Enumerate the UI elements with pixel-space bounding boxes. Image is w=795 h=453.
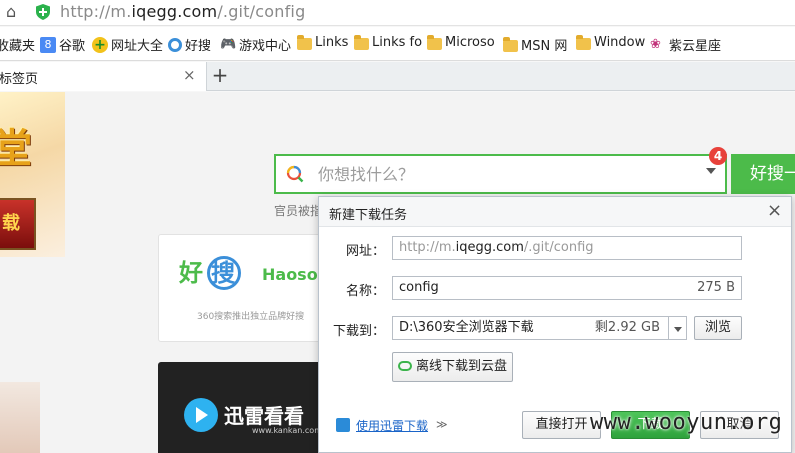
bookmark-msn[interactable]: MSN 网	[503, 35, 567, 54]
xunlei-icon	[336, 418, 350, 432]
haosou-search-icon	[286, 165, 304, 183]
gamepad-icon: 🎮	[220, 36, 237, 52]
google-icon: 8	[40, 36, 56, 53]
kankan-url: www.kankan.com	[252, 426, 322, 435]
tab-new-tab[interactable]: 新标签页 ×	[0, 62, 207, 91]
name-value: config	[399, 280, 439, 295]
folder-icon	[503, 36, 518, 52]
haosou-char-1: 好	[179, 259, 205, 287]
search-box	[274, 154, 727, 194]
save-path-value: D:\360安全浏览器下载	[399, 320, 534, 335]
name-label: 名称：	[345, 284, 385, 299]
expand-chevron-icon[interactable]: ≫	[436, 418, 448, 431]
url-field-host: iqegg.com	[455, 240, 524, 255]
save-path-field[interactable]: D:\360安全浏览器下载 剩2.92 GB	[392, 316, 669, 340]
xunlei-download-link[interactable]: 使用迅雷下载	[356, 417, 428, 434]
bookmark-label: 好搜	[185, 39, 212, 54]
bookmark-label: Links fo	[372, 35, 423, 50]
haosou-card[interactable]: 好搜 Haosou 360搜索推出独立品牌好搜	[158, 234, 338, 342]
nav-plus-icon: +	[92, 36, 108, 53]
file-size: 275 B	[697, 280, 735, 295]
bookmark-label: 收藏夹	[0, 39, 36, 54]
tab-strip: 新标签页 × +	[0, 62, 795, 91]
folder-icon	[427, 34, 442, 50]
new-tab-button[interactable]: +	[208, 62, 232, 91]
bookmark-label: MSN 网	[521, 39, 568, 54]
url-field[interactable]: http://m.iqegg.com/.git/config	[392, 236, 742, 260]
haosou-icon	[168, 37, 182, 52]
search-button[interactable]: 好搜一	[731, 154, 795, 194]
kankan-name: 迅雷看看	[224, 404, 304, 428]
bookmark-microsoft[interactable]: Microso	[427, 34, 495, 50]
watermark: www.wooyun.org	[590, 410, 783, 435]
kankan-card[interactable]: 迅雷看看 www.kankan.com	[158, 362, 338, 453]
tab-title: 新标签页	[0, 72, 39, 87]
url-host: iqegg.com	[131, 2, 218, 21]
bookmark-favorites[interactable]: 收藏夹	[0, 35, 35, 54]
bookmark-label: Window	[594, 35, 646, 50]
url-label: 网址：	[345, 244, 385, 259]
folder-icon	[576, 34, 591, 50]
bookmark-nav[interactable]: + 网址大全	[92, 35, 163, 54]
url-text[interactable]: http://m.iqegg.com/.git/config	[60, 2, 305, 21]
bookmark-label: 游戏中心	[239, 39, 292, 54]
bookmark-windows[interactable]: Window	[576, 34, 646, 50]
url-path: /.git/config	[217, 2, 306, 21]
bookmark-zodiac[interactable]: ❀ 紫云星座	[650, 35, 722, 55]
game-banner[interactable]: 堂 载	[0, 92, 65, 257]
bookmark-label: 谷歌	[59, 39, 86, 54]
bookmark-links[interactable]: Links	[297, 34, 349, 50]
folder-icon	[297, 34, 312, 50]
bookmark-label: Links	[315, 35, 349, 50]
save-path-dropdown-icon[interactable]	[669, 316, 687, 340]
name-field[interactable]: config 275 B	[392, 276, 742, 300]
url-field-scheme: http://m.	[399, 240, 456, 255]
dialog-header: 新建下载任务 ×	[319, 197, 791, 227]
address-bar: ⌂ http://m.iqegg.com/.git/config	[0, 0, 795, 26]
cloud-download-button[interactable]: 离线下载到云盘	[392, 352, 513, 382]
cloud-download-label: 离线下载到云盘	[415, 359, 507, 374]
url-scheme: http://m.	[60, 2, 132, 21]
url-field-path: /.git/config	[523, 240, 594, 255]
notification-badge: 4	[709, 147, 727, 165]
free-space: 剩2.92 GB	[594, 320, 660, 335]
bookmark-label: 网址大全	[111, 39, 164, 54]
search-input[interactable]	[318, 162, 678, 186]
secure-shield-icon	[36, 4, 50, 20]
haosou-tagline: 360搜索推出独立品牌好搜	[197, 312, 305, 322]
haosou-logo: 好搜	[179, 253, 243, 290]
zodiac-icon: ❀	[650, 36, 661, 52]
bookmark-haosou[interactable]: 好搜	[168, 35, 211, 54]
trending-link[interactable]: 官员被指	[274, 202, 322, 219]
tab-close-icon[interactable]: ×	[183, 66, 196, 84]
save-path-label: 下载到：	[332, 324, 385, 339]
folder-icon	[354, 34, 369, 50]
home-icon[interactable]: ⌂	[6, 3, 24, 21]
bookmark-label: Microso	[445, 35, 495, 50]
cloud-icon	[397, 361, 412, 371]
game-title: 堂	[0, 126, 32, 172]
bookmarks-bar: 收藏夹 8 谷歌 + 网址大全 好搜 🎮 游戏中心 Links Links fo…	[0, 27, 795, 61]
bookmark-games[interactable]: 🎮 游戏中心	[220, 35, 292, 55]
browse-button[interactable]: 浏览	[694, 316, 742, 340]
bookmark-google[interactable]: 8 谷歌	[40, 35, 85, 54]
search-dropdown-icon[interactable]	[706, 168, 716, 174]
haosou-char-2: 搜	[207, 256, 241, 290]
bookmark-links-fo[interactable]: Links fo	[354, 34, 423, 50]
dialog-close-icon[interactable]: ×	[767, 200, 782, 221]
left-bottom-banner	[0, 382, 40, 453]
game-download-button[interactable]: 载	[0, 198, 36, 250]
bookmark-label: 紫云星座	[669, 39, 722, 54]
kankan-play-icon	[184, 398, 218, 432]
dialog-title: 新建下载任务	[329, 208, 408, 223]
